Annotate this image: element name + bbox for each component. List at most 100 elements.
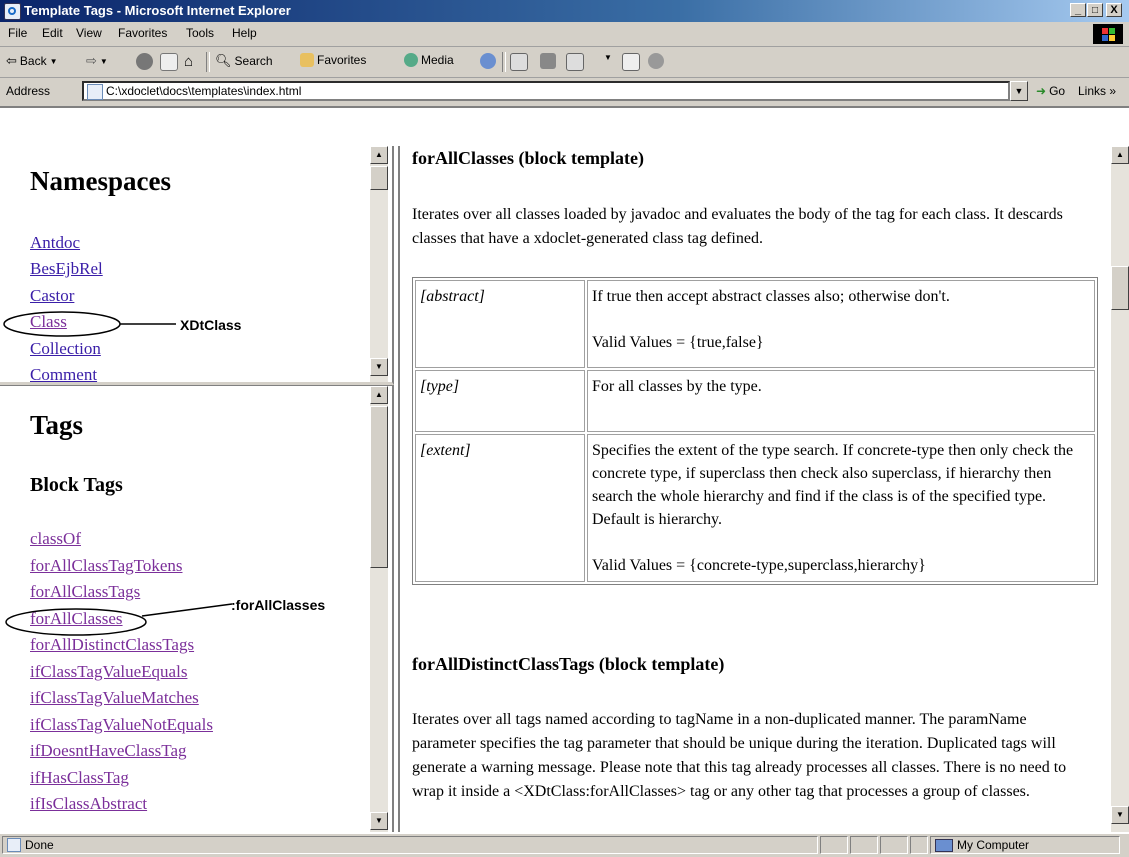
namespace-link-comment[interactable]: Comment [30,365,97,382]
favorites-icon [300,53,314,67]
forward-button[interactable]: ⇨ ▼ [86,53,108,69]
block-tags-heading: Block Tags [30,474,123,496]
scroll-up-button[interactable]: ▲ [370,386,388,404]
windows-logo-icon [1093,24,1123,44]
media-icon [404,53,418,67]
namespace-link-antdoc[interactable]: Antdoc [30,233,80,253]
go-button[interactable]: ➜ Go [1036,84,1065,98]
status-bar: Done My Computer [0,833,1129,857]
dropdown-arrow-icon: ▼ [99,56,108,66]
standard-toolbar: ⇦ Back ▼ ⇨ ▼ ⌂ 🔍︎ Search Favorites Media… [0,47,1129,78]
tag-link-ifclasstagvaluematches[interactable]: ifClassTagValueMatches [30,688,199,708]
forallclasses-params-table: [abstract] If true then accept abstract … [412,277,1098,585]
history-icon[interactable] [480,53,496,69]
namespaces-heading: Namespaces [30,166,171,196]
scroll-up-button[interactable]: ▲ [370,146,388,164]
content-frame: forAllClasses (block template) Iterates … [398,146,1129,832]
param-description: If true then accept abstract classes als… [587,280,1095,368]
menu-help[interactable]: Help [232,26,257,40]
title-bar: Template Tags - Microsoft Internet Explo… [0,0,1129,22]
class-callout-label: XDtClass [180,317,242,333]
print-icon[interactable] [540,53,556,69]
arrow-down-icon: ▼ [1116,810,1124,819]
table-row: [extent] Specifies the extent of the typ… [415,434,1095,582]
status-cell [850,836,878,854]
tags-scrollbar[interactable]: ▲ ▼ [370,386,388,832]
tag-link-forallclasstagtokens[interactable]: forAllClassTagTokens [30,556,183,576]
tag-link-ifclasstagvaluenotequals[interactable]: ifClassTagValueNotEquals [30,715,213,735]
dropdown-arrow-icon[interactable]: ▼ [604,53,612,62]
status-cell [820,836,848,854]
tag-link-ifdoesnthaveclasstag[interactable]: ifDoesntHaveClassTag [30,741,187,761]
search-button[interactable]: 🔍︎ Search [215,53,273,69]
tag-link-ifclasstagvalueequals[interactable]: ifClassTagValueEquals [30,662,187,682]
tag-link-classof[interactable]: classOf [30,529,81,549]
menu-file[interactable]: File [8,26,27,40]
arrow-up-icon: ▲ [375,150,383,159]
namespaces-scrollbar[interactable]: ▲ ▼ [370,146,388,382]
namespaces-frame: Namespaces Antdoc BesEjbRel Castor Class… [0,146,394,385]
close-button[interactable]: X [1106,3,1122,17]
scroll-down-button[interactable]: ▼ [1111,806,1129,824]
security-zone-text: My Computer [957,838,1030,852]
my-computer-icon [935,839,953,852]
menu-view[interactable]: View [76,26,102,40]
scroll-thumb[interactable] [1111,266,1129,310]
menu-favorites[interactable]: Favorites [118,26,167,40]
refresh-icon[interactable] [160,53,178,71]
tag-link-ifhasclasstag[interactable]: ifHasClassTag [30,768,129,788]
foralldistinctclasstags-description: Iterates over all tags named according t… [412,711,1067,800]
status-text: Done [25,838,54,852]
param-name: [extent] [415,434,585,582]
stop-icon[interactable] [136,53,153,70]
page-icon [87,84,103,100]
dropdown-arrow-icon: ▼ [49,56,58,66]
scroll-down-button[interactable]: ▼ [370,358,388,376]
table-row: [type] For all classes by the type. [415,370,1095,432]
maximize-button[interactable]: □ [1087,3,1103,17]
arrow-up-icon: ▲ [1116,150,1124,159]
edit-icon[interactable] [566,53,584,71]
status-cell [880,836,908,854]
mail-icon[interactable] [510,53,528,71]
minimize-button[interactable]: _ [1070,3,1086,17]
foralldistinctclasstags-heading: forAllDistinctClassTags (block template) [412,654,725,674]
menu-bar: File Edit View Favorites Tools Help [0,22,1129,47]
param-description: Specifies the extent of the type search.… [587,434,1095,582]
window-title: Template Tags - Microsoft Internet Explo… [24,3,291,18]
back-button[interactable]: ⇦ Back ▼ [6,53,58,69]
scroll-thumb[interactable] [370,406,388,568]
param-name: [type] [415,370,585,432]
links-button[interactable]: Links » [1078,84,1116,98]
favorites-button[interactable]: Favorites [300,53,366,67]
messenger-icon[interactable] [648,53,664,69]
address-bar: Address C:\xdoclet\docs\templates\index.… [0,78,1129,108]
forallclasses-heading: forAllClasses (block template) [412,148,644,168]
address-label: Address [6,84,51,98]
scroll-up-button[interactable]: ▲ [1111,146,1129,164]
address-dropdown-button[interactable]: ▼ [1010,81,1028,101]
forallclasses-callout-label: :forAllClasses [231,597,326,613]
arrow-down-icon: ▼ [375,362,383,371]
status-cell [910,836,928,854]
toolbar-separator [502,52,506,72]
tags-heading: Tags [30,410,84,440]
param-description: For all classes by the type. [587,370,1095,432]
back-arrow-icon: ⇦ [6,53,17,68]
namespace-link-castor[interactable]: Castor [30,286,74,306]
menu-edit[interactable]: Edit [42,26,63,40]
home-icon[interactable]: ⌂ [184,53,193,70]
arrow-up-icon: ▲ [375,390,383,399]
namespace-link-besejbrel[interactable]: BesEjbRel [30,259,103,279]
tags-frame: Tags Block Tags classOf forAllClassTagTo… [0,385,394,832]
menu-tools[interactable]: Tools [186,26,214,40]
media-button[interactable]: Media [404,53,454,67]
tag-link-ifisclassabstract[interactable]: ifIsClassAbstract [30,794,147,814]
address-input[interactable]: C:\xdoclet\docs\templates\index.html [82,81,1010,101]
search-icon: 🔍︎ [215,53,232,68]
address-value: C:\xdoclet\docs\templates\index.html [106,84,302,98]
scroll-down-button[interactable]: ▼ [370,812,388,830]
content-scrollbar[interactable]: ▲ ▼ [1111,146,1129,832]
scroll-thumb[interactable] [370,166,388,190]
discuss-icon[interactable] [622,53,640,71]
